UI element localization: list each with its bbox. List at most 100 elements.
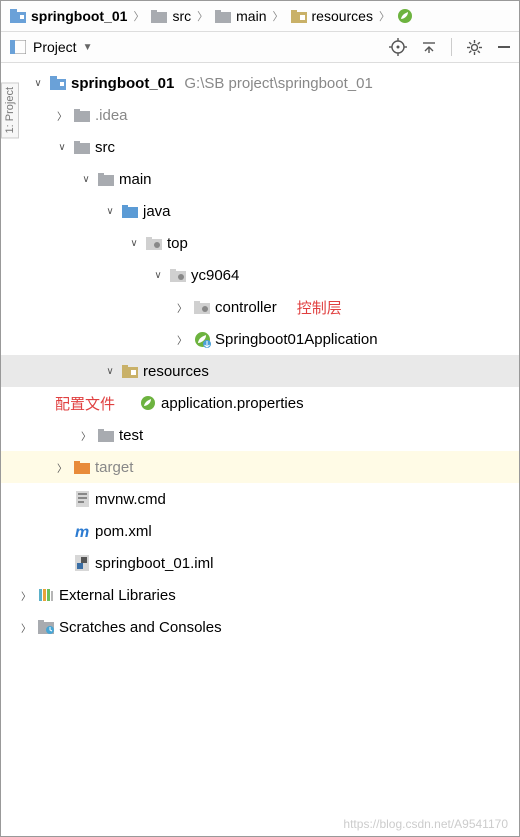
tree-label: resources bbox=[143, 363, 209, 380]
scratches-icon bbox=[37, 618, 55, 636]
package-icon bbox=[193, 298, 211, 316]
tree-label: Springboot01Application bbox=[215, 331, 378, 348]
chevron-down-icon[interactable]: ∨ bbox=[79, 174, 93, 185]
breadcrumb-item-main[interactable]: main bbox=[214, 7, 266, 25]
tree-row-test[interactable]: 〉 test bbox=[1, 419, 519, 451]
tree-row-resources[interactable]: ∨ resources bbox=[1, 355, 519, 387]
module-file-icon bbox=[73, 554, 91, 572]
tree-label: main bbox=[119, 171, 152, 188]
tree-path: G:\SB project\springboot_01 bbox=[184, 75, 372, 92]
library-icon bbox=[37, 586, 55, 604]
chevron-down-icon[interactable]: ∨ bbox=[103, 366, 117, 377]
annotation-props: 配置文件 bbox=[55, 393, 115, 414]
tree-row-main[interactable]: ∨ main bbox=[1, 163, 519, 195]
tree-row-root[interactable]: ∨ springboot_01 G:\SB project\springboot… bbox=[1, 67, 519, 99]
chevron-right-icon[interactable]: 〉 bbox=[55, 460, 69, 475]
file-icon bbox=[73, 490, 91, 508]
tree-row-controller[interactable]: 〉 controller 控制层 bbox=[1, 291, 519, 323]
tree-row-top[interactable]: ∨ top bbox=[1, 227, 519, 259]
tree-label: src bbox=[95, 139, 115, 156]
breadcrumb-item-resources[interactable]: resources bbox=[290, 7, 373, 25]
view-selector[interactable]: Project ▼ bbox=[9, 38, 92, 56]
breadcrumb-label: src bbox=[172, 8, 191, 24]
spring-file-icon bbox=[396, 7, 414, 25]
breadcrumb-item-src[interactable]: src bbox=[150, 7, 191, 25]
gear-icon[interactable] bbox=[466, 39, 483, 56]
resources-folder-icon bbox=[290, 7, 308, 25]
chevron-down-icon[interactable]: ∨ bbox=[103, 206, 117, 217]
folder-icon bbox=[73, 106, 91, 124]
tree-label: java bbox=[143, 203, 171, 220]
chevron-right-icon[interactable]: 〉 bbox=[19, 620, 33, 635]
spring-class-icon bbox=[193, 330, 211, 348]
module-icon bbox=[9, 7, 27, 25]
tree-label: Scratches and Consoles bbox=[59, 619, 222, 636]
resources-folder-icon bbox=[121, 362, 139, 380]
collapse-all-icon[interactable] bbox=[421, 39, 437, 55]
tree-label: target bbox=[95, 459, 133, 476]
tree-label: application.properties bbox=[161, 395, 304, 412]
tree-row-app-class[interactable]: 〉 Springboot01Application bbox=[1, 323, 519, 355]
folder-icon bbox=[214, 7, 232, 25]
breadcrumb-label: main bbox=[236, 8, 266, 24]
chevron-right-icon[interactable]: 〉 bbox=[55, 108, 69, 123]
svg-text:m: m bbox=[75, 524, 89, 539]
project-tool-header: Project ▼ bbox=[1, 32, 519, 63]
watermark: https://blog.csdn.net/A9541170 bbox=[343, 817, 508, 831]
tree-label: yc9064 bbox=[191, 267, 239, 284]
folder-icon bbox=[150, 7, 168, 25]
chevron-right-icon: 〉 bbox=[273, 8, 284, 24]
tree-label: .idea bbox=[95, 107, 128, 124]
breadcrumb-label: springboot_01 bbox=[31, 8, 127, 24]
project-view-icon bbox=[9, 38, 27, 56]
tree-row-iml[interactable]: · springboot_01.iml bbox=[1, 547, 519, 579]
breadcrumb: springboot_01 〉 src 〉 main 〉 resources 〉 bbox=[1, 1, 519, 32]
chevron-right-icon: 〉 bbox=[379, 8, 390, 24]
folder-icon bbox=[97, 170, 115, 188]
breadcrumb-label: resources bbox=[312, 8, 373, 24]
tree-row-yc[interactable]: ∨ yc9064 bbox=[1, 259, 519, 291]
source-folder-icon bbox=[121, 202, 139, 220]
tree-label: test bbox=[119, 427, 143, 444]
tree-row-mvnw[interactable]: · mvnw.cmd bbox=[1, 483, 519, 515]
chevron-down-icon[interactable]: ∨ bbox=[55, 142, 69, 153]
tree-label: springboot_01 bbox=[71, 75, 174, 92]
package-icon bbox=[169, 266, 187, 284]
chevron-right-icon: 〉 bbox=[197, 8, 208, 24]
module-icon bbox=[49, 74, 67, 92]
tree-label: controller bbox=[215, 299, 277, 316]
hide-icon[interactable] bbox=[497, 40, 511, 54]
breadcrumb-item-springboot[interactable]: springboot_01 bbox=[9, 7, 127, 25]
tree-row-pom[interactable]: · m pom.xml bbox=[1, 515, 519, 547]
separator bbox=[451, 38, 452, 56]
chevron-right-icon[interactable]: 〉 bbox=[175, 332, 189, 347]
project-tree: ∨ springboot_01 G:\SB project\springboot… bbox=[1, 63, 519, 643]
project-tab[interactable]: 1: Project bbox=[1, 82, 19, 138]
chevron-right-icon: 〉 bbox=[133, 8, 144, 24]
tree-row-src[interactable]: ∨ src bbox=[1, 131, 519, 163]
tree-label: mvnw.cmd bbox=[95, 491, 166, 508]
chevron-right-icon[interactable]: 〉 bbox=[175, 300, 189, 315]
chevron-right-icon[interactable]: 〉 bbox=[79, 428, 93, 443]
excluded-folder-icon bbox=[73, 458, 91, 476]
spring-properties-icon bbox=[139, 394, 157, 412]
chevron-right-icon[interactable]: 〉 bbox=[19, 588, 33, 603]
tree-label: top bbox=[167, 235, 188, 252]
tree-label: springboot_01.iml bbox=[95, 555, 213, 572]
chevron-down-icon[interactable]: ∨ bbox=[31, 78, 45, 89]
tree-row-app-props[interactable]: 配置文件 application.properties bbox=[1, 387, 519, 419]
maven-icon: m bbox=[73, 522, 91, 540]
tree-label: External Libraries bbox=[59, 587, 176, 604]
tree-row-java[interactable]: ∨ java bbox=[1, 195, 519, 227]
folder-icon bbox=[73, 138, 91, 156]
tree-row-idea[interactable]: 〉 .idea bbox=[1, 99, 519, 131]
chevron-down-icon: ▼ bbox=[83, 42, 93, 53]
locate-icon[interactable] bbox=[389, 38, 407, 56]
tree-row-target[interactable]: 〉 target bbox=[1, 451, 519, 483]
tree-row-scratches[interactable]: 〉 Scratches and Consoles bbox=[1, 611, 519, 643]
tree-label: pom.xml bbox=[95, 523, 152, 540]
tree-row-external-libs[interactable]: 〉 External Libraries bbox=[1, 579, 519, 611]
annotation-controller: 控制层 bbox=[297, 297, 342, 318]
chevron-down-icon[interactable]: ∨ bbox=[127, 238, 141, 249]
chevron-down-icon[interactable]: ∨ bbox=[151, 270, 165, 281]
